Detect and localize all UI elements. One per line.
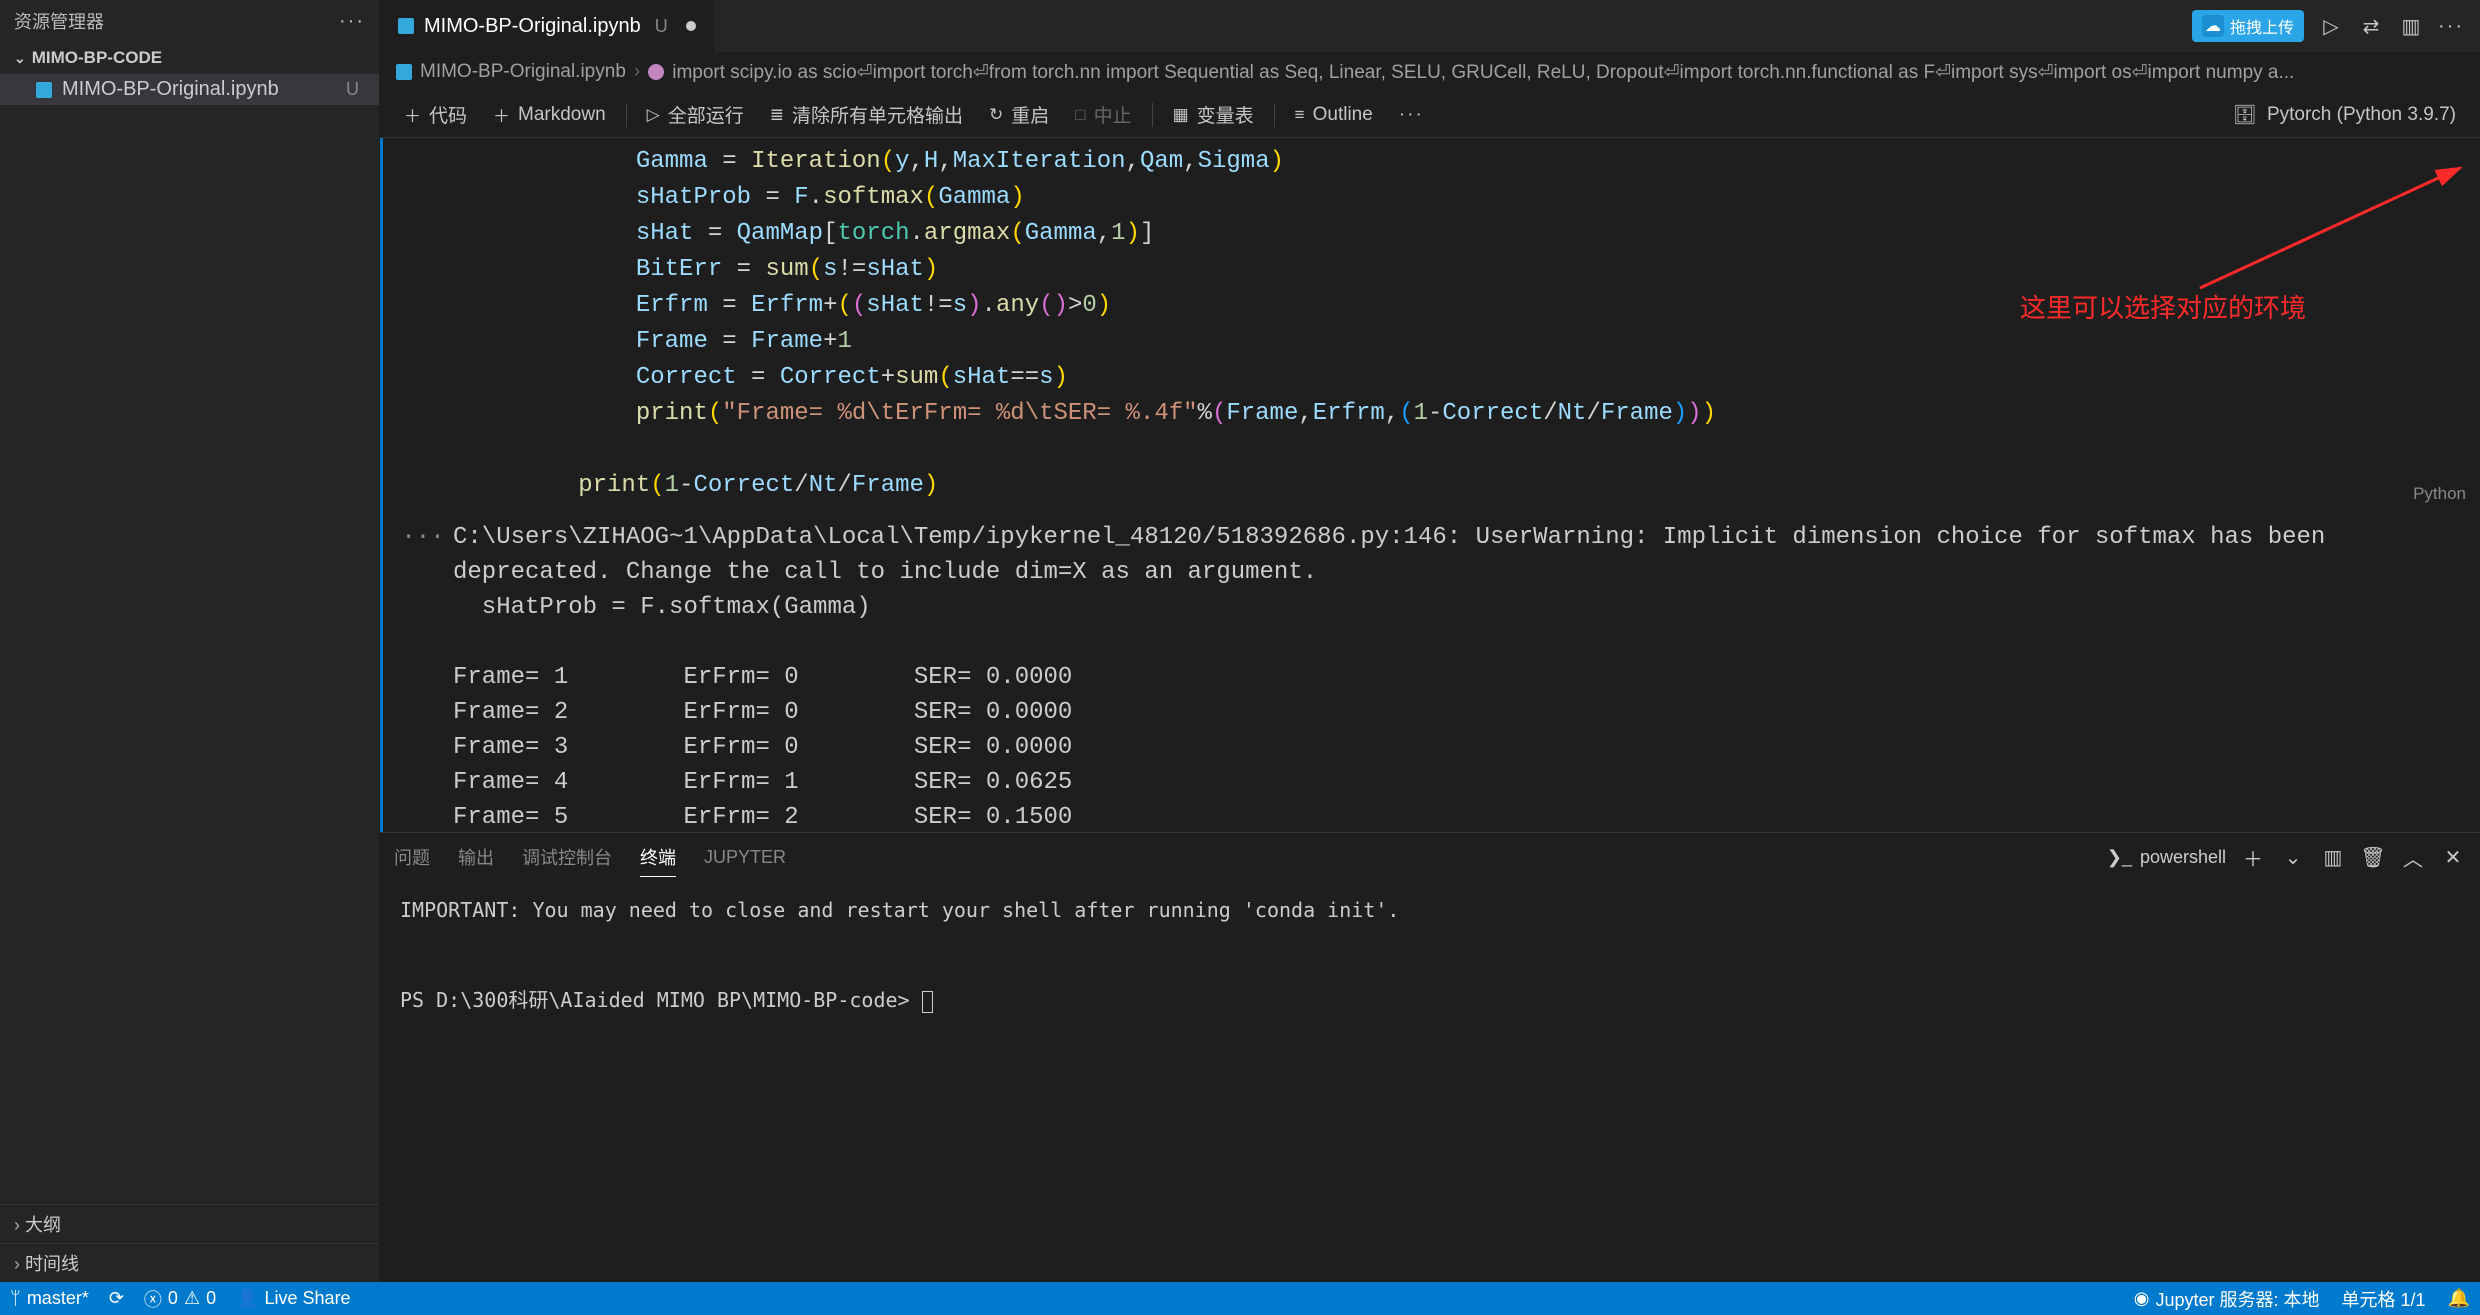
outline-icon: ≡ <box>1295 105 1305 125</box>
problems-status[interactable]: ⓧ0 ⚠0 <box>144 1286 216 1312</box>
tab-jupyter[interactable]: JUPYTER <box>704 841 786 874</box>
cell-output: ··· C:\Users\ZIHAOG~1\AppData\Local\Temp… <box>380 510 2480 832</box>
clear-icon: ≣ <box>770 105 784 125</box>
new-terminal-button[interactable]: ＋ <box>2240 844 2266 870</box>
terminal-body[interactable]: IMPORTANT: You may need to close and res… <box>380 881 2480 1282</box>
interrupt-button[interactable]: □中止 <box>1063 97 1143 132</box>
live-share-button[interactable]: 👤Live Share <box>236 1288 350 1309</box>
tab-debug-console[interactable]: 调试控制台 <box>522 838 612 876</box>
close-panel-icon[interactable]: ✕ <box>2440 844 2466 870</box>
tab-terminal[interactable]: 终端 <box>640 838 676 877</box>
variables-button[interactable]: ▦变量表 <box>1161 97 1266 132</box>
notifications-icon[interactable]: 🔔 <box>2448 1288 2470 1309</box>
split-editor-icon[interactable]: ▥ <box>2398 13 2424 39</box>
code-cell[interactable]: Gamma = Iteration(y,H,MaxIteration,Qam,S… <box>380 138 2480 510</box>
terminal-text: IMPORTANT: You may need to close and res… <box>400 898 1399 1012</box>
add-code-button[interactable]: ＋代码 <box>392 97 479 132</box>
toolbar-more-button[interactable]: ··· <box>1387 100 1436 130</box>
outline-section[interactable]: 大纲 <box>0 1204 379 1243</box>
git-branch[interactable]: ᛘmaster* <box>10 1288 89 1309</box>
branch-icon: ᛘ <box>10 1288 21 1309</box>
explorer-more-icon[interactable]: ··· <box>339 8 365 34</box>
file-name: MIMO-BP-Original.ipynb <box>62 78 279 101</box>
file-git-status: U <box>346 79 359 100</box>
kill-terminal-icon[interactable]: 🗑 <box>2360 844 2386 870</box>
timeline-section[interactable]: 时间线 <box>0 1243 379 1282</box>
panel-tabs: 问题 输出 调试控制台 终端 JUPYTER ❯_ powershell ＋ ⌄… <box>380 833 2480 881</box>
outline-button[interactable]: ≡Outline <box>1283 100 1385 130</box>
notebook-icon <box>396 64 412 80</box>
tab-bar: MIMO-BP-Original.ipynb U ☁ 拖拽上传 ▷ ⇄ ▥ ··… <box>380 0 2480 52</box>
split-terminal-icon[interactable]: ▥ <box>2320 844 2346 870</box>
breadcrumb[interactable]: MIMO-BP-Original.ipynb › import scipy.io… <box>380 52 2480 92</box>
play-icon: ▷ <box>647 105 660 125</box>
terminal-shell-selector[interactable]: ❯_ powershell <box>2107 847 2226 868</box>
breadcrumb-file: MIMO-BP-Original.ipynb <box>420 61 626 83</box>
status-bar: ᛘmaster* ⟳ ⓧ0 ⚠0 👤Live Share ◉Jupyter 服务… <box>0 1282 2480 1315</box>
breadcrumb-symbol: import scipy.io as scio⏎import torch⏎fro… <box>672 61 2294 84</box>
explorer-sidebar: 资源管理器 ··· MIMO-BP-CODE MIMO-BP-Original.… <box>0 0 380 1282</box>
notebook-toolbar: ＋代码 ＋Markdown ▷全部运行 ≣清除所有单元格输出 ↻重启 □中止 ▦… <box>380 92 2480 138</box>
restart-button[interactable]: ↻重启 <box>977 97 1061 132</box>
tab-dirty-indicator <box>686 21 696 31</box>
tab-output[interactable]: 输出 <box>458 838 494 876</box>
tab-problems[interactable]: 问题 <box>394 838 430 876</box>
liveshare-icon: 👤 <box>236 1288 258 1309</box>
kernel-selector[interactable]: 🗄 Pytorch (Python 3.9.7) <box>2233 103 2468 127</box>
output-collapse-icon[interactable]: ··· <box>393 520 453 832</box>
run-all-button[interactable]: ▷全部运行 <box>635 97 756 132</box>
cell-language-label[interactable]: Python <box>2413 484 2466 504</box>
plus-icon: ＋ <box>404 102 421 127</box>
tab-git-status: U <box>655 16 668 37</box>
stop-icon: □ <box>1075 105 1085 125</box>
cell-position-status[interactable]: 单元格 1/1 <box>2342 1286 2426 1312</box>
symbol-icon <box>648 64 664 80</box>
clear-outputs-button[interactable]: ≣清除所有单元格输出 <box>758 97 975 132</box>
upload-label: 拖拽上传 <box>2230 14 2294 38</box>
error-icon: ⓧ <box>144 1286 162 1312</box>
server-icon: 🗄 <box>2233 103 2257 127</box>
explorer-title: 资源管理器 <box>14 8 104 34</box>
terminal-cursor <box>922 991 933 1013</box>
editor-tab[interactable]: MIMO-BP-Original.ipynb U <box>380 0 715 52</box>
terminal-icon: ❯_ <box>2107 847 2132 868</box>
warning-icon: ⚠ <box>184 1288 200 1309</box>
tab-more-icon[interactable]: ··· <box>2438 13 2464 39</box>
jupyter-server-status[interactable]: ◉Jupyter 服务器: 本地 <box>2134 1286 2320 1312</box>
file-item[interactable]: MIMO-BP-Original.ipynb U <box>0 74 379 105</box>
editor-body: Gamma = Iteration(y,H,MaxIteration,Qam,S… <box>380 138 2480 832</box>
restart-icon: ↻ <box>989 105 1003 125</box>
cloud-icon: ☁ <box>2202 15 2224 37</box>
notebook-icon <box>398 18 414 34</box>
folder-section-header[interactable]: MIMO-BP-CODE <box>0 42 379 74</box>
upload-badge[interactable]: ☁ 拖拽上传 <box>2192 10 2304 42</box>
kernel-label: Pytorch (Python 3.9.7) <box>2267 104 2456 126</box>
variables-icon: ▦ <box>1173 105 1189 125</box>
plus-icon: ＋ <box>493 102 510 127</box>
output-text: C:\Users\ZIHAOG~1\AppData\Local\Temp/ipy… <box>453 520 2470 832</box>
sync-icon: ⟳ <box>109 1288 124 1309</box>
jupyter-icon: ◉ <box>2134 1288 2150 1309</box>
chevron-down-icon[interactable]: ⌄ <box>2280 844 2306 870</box>
chevron-right-icon: › <box>634 61 640 83</box>
bottom-panel: 问题 输出 调试控制台 终端 JUPYTER ❯_ powershell ＋ ⌄… <box>380 832 2480 1282</box>
code-content[interactable]: Gamma = Iteration(y,H,MaxIteration,Qam,S… <box>383 138 2480 510</box>
maximize-panel-icon[interactable]: ︿ <box>2400 844 2426 870</box>
run-cell-icon[interactable]: ▷ <box>2318 13 2344 39</box>
diff-icon[interactable]: ⇄ <box>2358 13 2384 39</box>
notebook-icon <box>36 82 52 98</box>
tab-title: MIMO-BP-Original.ipynb <box>424 15 641 38</box>
add-markdown-button[interactable]: ＋Markdown <box>481 98 618 131</box>
sync-button[interactable]: ⟳ <box>109 1288 124 1309</box>
